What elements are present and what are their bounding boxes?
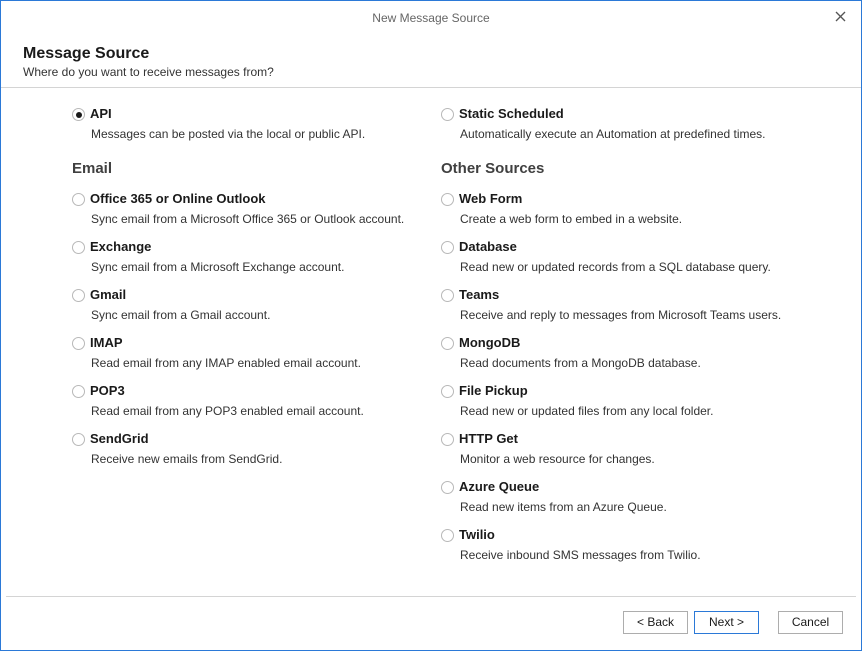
option-label: Database	[459, 239, 517, 254]
option-label: SendGrid	[90, 431, 149, 446]
footer-divider	[6, 596, 856, 597]
close-button[interactable]	[827, 5, 853, 27]
option-label: Azure Queue	[459, 479, 540, 494]
option-label: Teams	[459, 287, 500, 302]
close-icon	[835, 11, 845, 21]
radio-static-scheduled[interactable]	[441, 108, 454, 121]
option-gmail[interactable]: Gmail Sync email from a Gmail account.	[72, 287, 432, 335]
option-description: Receive new emails from SendGrid.	[91, 452, 283, 466]
right-column: Static Scheduled Automatically execute a…	[441, 106, 841, 575]
new-message-source-dialog: New Message Source Message Source Where …	[0, 0, 862, 651]
radio-twilio[interactable]	[441, 529, 454, 542]
option-azure-queue[interactable]: Azure Queue Read new items from an Azure …	[441, 479, 841, 527]
option-description: Sync email from a Gmail account.	[91, 308, 271, 322]
option-file-pickup[interactable]: File Pickup Read new or updated files fro…	[441, 383, 841, 431]
email-options-list: Office 365 or Online Outlook Sync email f…	[72, 191, 432, 479]
section-heading-email: Email	[72, 160, 113, 177]
option-twilio[interactable]: Twilio Receive inbound SMS messages from …	[441, 527, 841, 575]
radio-database[interactable]	[441, 241, 454, 254]
option-description: Read new or updated records from a SQL d…	[460, 260, 771, 274]
other-sources-options-list: Web Form Create a web form to embed in a …	[441, 191, 841, 575]
option-label: Static Scheduled	[459, 106, 564, 121]
cancel-button[interactable]: Cancel	[778, 611, 843, 634]
radio-api[interactable]	[72, 108, 85, 121]
option-pop3[interactable]: POP3 Read email from any POP3 enabled ema…	[72, 383, 432, 431]
option-description: Monitor a web resource for changes.	[460, 452, 655, 466]
option-label: IMAP	[90, 335, 123, 350]
option-description: Receive inbound SMS messages from Twilio…	[460, 548, 701, 562]
radio-gmail[interactable]	[72, 289, 85, 302]
option-database[interactable]: Database Read new or updated records from…	[441, 239, 841, 287]
radio-imap[interactable]	[72, 337, 85, 350]
option-label: File Pickup	[459, 383, 528, 398]
option-label: API	[90, 106, 112, 121]
radio-azure-queue[interactable]	[441, 481, 454, 494]
option-web-form[interactable]: Web Form Create a web form to embed in a …	[441, 191, 841, 239]
back-button[interactable]: < Back	[623, 611, 688, 634]
option-description: Create a web form to embed in a website.	[460, 212, 683, 226]
option-label: Twilio	[459, 527, 495, 542]
option-office365[interactable]: Office 365 or Online Outlook Sync email f…	[72, 191, 432, 239]
section-heading-other-sources: Other Sources	[441, 160, 545, 177]
option-description: Read email from any POP3 enabled email a…	[91, 404, 364, 418]
option-api[interactable]: API Messages can be posted via the local…	[72, 106, 432, 154]
option-label: HTTP Get	[459, 431, 518, 446]
radio-office365[interactable]	[72, 193, 85, 206]
radio-sendgrid[interactable]	[72, 433, 85, 446]
option-label: POP3	[90, 383, 125, 398]
radio-exchange[interactable]	[72, 241, 85, 254]
option-label: Exchange	[90, 239, 152, 254]
next-button[interactable]: Next >	[694, 611, 759, 634]
option-http-get[interactable]: HTTP Get Monitor a web resource for chang…	[441, 431, 841, 479]
option-description: Read documents from a MongoDB database.	[460, 356, 701, 370]
option-label: Gmail	[90, 287, 127, 302]
option-mongodb[interactable]: MongoDB Read documents from a MongoDB dat…	[441, 335, 841, 383]
option-description: Read new items from an Azure Queue.	[460, 500, 667, 514]
radio-teams[interactable]	[441, 289, 454, 302]
option-teams[interactable]: Teams Receive and reply to messages from …	[441, 287, 841, 335]
radio-mongodb[interactable]	[441, 337, 454, 350]
dialog-header: Message Source Where do you want to rece…	[1, 34, 861, 88]
page-subtitle: Where do you want to receive messages fr…	[23, 65, 274, 79]
left-column: API Messages can be posted via the local…	[72, 106, 432, 479]
radio-web-form[interactable]	[441, 193, 454, 206]
radio-pop3[interactable]	[72, 385, 85, 398]
radio-file-pickup[interactable]	[441, 385, 454, 398]
option-label: Web Form	[459, 191, 523, 206]
option-exchange[interactable]: Exchange Sync email from a Microsoft Exch…	[72, 239, 432, 287]
option-description: Sync email from a Microsoft Exchange acc…	[91, 260, 345, 274]
window-title: New Message Source	[372, 11, 490, 25]
page-title: Message Source	[23, 45, 150, 62]
option-description: Receive and reply to messages from Micro…	[460, 308, 782, 322]
option-imap[interactable]: IMAP Read email from any IMAP enabled ema…	[72, 335, 432, 383]
option-label: Office 365 or Online Outlook	[90, 191, 266, 206]
option-description: Read new or updated files from any local…	[460, 404, 714, 418]
title-bar: New Message Source	[1, 1, 861, 34]
option-sendgrid[interactable]: SendGrid Receive new emails from SendGrid…	[72, 431, 432, 479]
option-label: MongoDB	[459, 335, 521, 350]
option-static-scheduled[interactable]: Static Scheduled Automatically execute a…	[441, 106, 841, 154]
option-description: Messages can be posted via the local or …	[91, 127, 366, 141]
option-description: Read email from any IMAP enabled email a…	[91, 356, 361, 370]
option-description: Automatically execute an Automation at p…	[460, 127, 766, 141]
option-description: Sync email from a Microsoft Office 365 o…	[91, 212, 405, 226]
radio-http-get[interactable]	[441, 433, 454, 446]
